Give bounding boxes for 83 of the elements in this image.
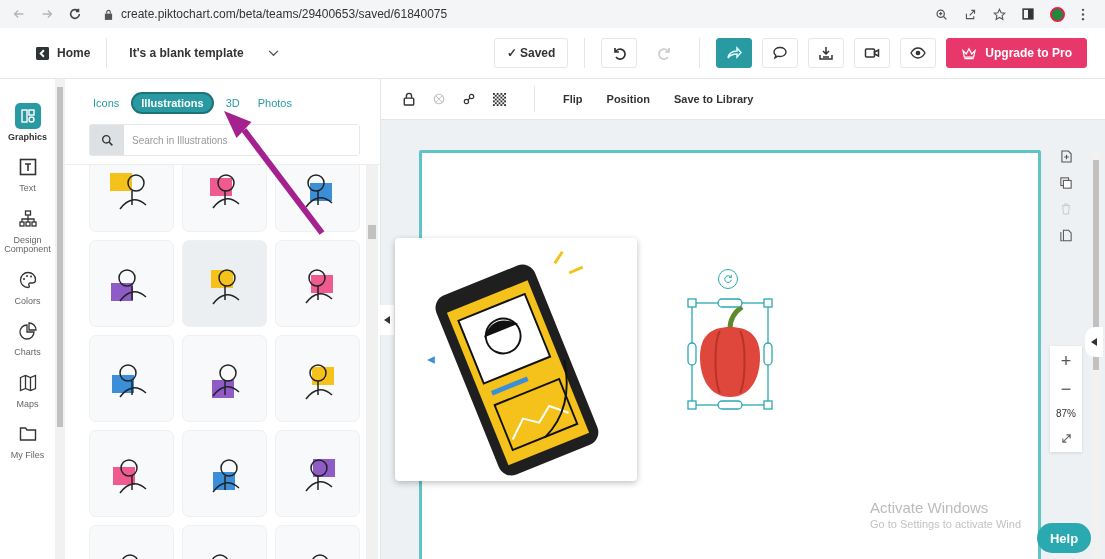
upgrade-button[interactable]: Upgrade to Pro xyxy=(946,38,1087,68)
illustration-thumbnail[interactable] xyxy=(275,240,360,327)
download-icon xyxy=(818,45,835,61)
zoom-in-button[interactable]: + xyxy=(1060,352,1072,370)
sidebar-item[interactable]: My Files xyxy=(0,421,55,461)
caret-left-icon xyxy=(1091,338,1097,346)
undo-button[interactable] xyxy=(601,38,638,68)
saved-button[interactable]: ✓ Saved xyxy=(493,38,569,68)
tab[interactable]: 3D xyxy=(219,93,246,113)
zoom-level: 87% xyxy=(1056,408,1076,419)
resize-handle[interactable] xyxy=(687,400,697,410)
toolbar-button[interactable]: Save to Library xyxy=(673,93,754,105)
illustration-thumbnail[interactable] xyxy=(89,240,174,327)
duplicate-icon[interactable] xyxy=(1060,177,1072,189)
copy-page-icon[interactable] xyxy=(1060,229,1072,242)
illustration-thumbnail[interactable] xyxy=(275,165,360,232)
sidebar-icon[interactable] xyxy=(1022,8,1034,20)
lock-icon[interactable] xyxy=(403,92,415,106)
pattern-icon[interactable] xyxy=(493,92,506,106)
share-icon[interactable] xyxy=(964,7,977,21)
menu-icon[interactable] xyxy=(1081,7,1085,21)
sidebar-item[interactable]: Charts xyxy=(0,318,55,358)
sidebar-item[interactable]: Colors xyxy=(0,266,55,307)
resize-handle[interactable] xyxy=(687,298,697,308)
tab[interactable]: Photos xyxy=(251,93,298,113)
caret-left-icon xyxy=(384,316,390,324)
reload-icon[interactable] xyxy=(68,7,82,21)
scrollbar[interactable] xyxy=(55,79,65,559)
speech-bubble-icon xyxy=(772,45,789,61)
sidebar-item[interactable]: Design Component xyxy=(0,205,55,255)
pepper-drawing[interactable] xyxy=(700,305,760,397)
fit-screen-icon[interactable] xyxy=(1060,433,1072,444)
document-title[interactable]: It's a blank template xyxy=(129,46,244,60)
expand-panel-button[interactable] xyxy=(1085,327,1103,357)
illustration-thumbnail[interactable] xyxy=(89,335,174,422)
resize-handle[interactable] xyxy=(717,298,743,308)
resize-handle[interactable] xyxy=(763,342,773,366)
illustration-thumbnail[interactable] xyxy=(89,430,174,517)
resize-handle[interactable] xyxy=(763,400,773,410)
zoom-icon[interactable] xyxy=(935,7,948,21)
link-icon[interactable] xyxy=(463,93,475,105)
share-arrow-icon xyxy=(726,45,743,61)
chevron-down-icon[interactable] xyxy=(267,49,279,57)
scrollbar[interactable] xyxy=(366,165,378,559)
illustration-thumbnail[interactable] xyxy=(182,335,267,422)
collapse-panel-button[interactable] xyxy=(380,305,394,335)
comment-button[interactable] xyxy=(762,38,799,68)
preview-button[interactable] xyxy=(900,38,937,68)
star-icon[interactable] xyxy=(993,7,1006,21)
illustration-thumbnail[interactable] xyxy=(89,165,174,232)
avatar[interactable] xyxy=(1050,6,1065,22)
add-page-icon[interactable] xyxy=(1060,150,1072,163)
sidebar-item[interactable]: Graphics xyxy=(0,103,55,143)
illustration-thumbnail[interactable] xyxy=(182,430,267,517)
sidebar-item[interactable]: Maps xyxy=(0,369,55,410)
search-field[interactable]: Search in Illustrations xyxy=(89,124,360,156)
back-chevron-icon xyxy=(36,46,49,60)
tab[interactable]: Illustrations xyxy=(131,92,214,114)
eye-icon xyxy=(910,45,927,61)
tab[interactable]: Icons xyxy=(87,93,126,113)
crown-icon xyxy=(961,46,978,60)
layout-icon xyxy=(14,103,41,129)
illustration-thumbnail[interactable] xyxy=(182,240,267,327)
zoom-out-button[interactable]: − xyxy=(1060,380,1072,398)
lock-icon xyxy=(104,8,113,20)
toolbar-button[interactable]: Flip xyxy=(563,93,583,105)
resize-handle[interactable] xyxy=(687,342,697,366)
download-button[interactable] xyxy=(808,38,845,68)
sidebar-item[interactable]: Text xyxy=(0,154,55,194)
activation-notice-title: Activate Windows xyxy=(870,499,990,516)
illustration-thumbnail[interactable] xyxy=(182,165,267,232)
illustration-thumbnail[interactable] xyxy=(275,335,360,422)
undo-icon xyxy=(611,45,628,61)
illustration-thumbnail[interactable] xyxy=(275,430,360,517)
share-button[interactable] xyxy=(716,38,753,68)
video-camera-icon xyxy=(864,45,881,61)
home-button[interactable]: Home xyxy=(36,46,91,60)
video-button[interactable] xyxy=(854,38,891,68)
activation-notice-text: Go to Settings to activate Wind xyxy=(870,518,1022,530)
resize-handle[interactable] xyxy=(717,400,743,410)
search-icon xyxy=(90,125,124,155)
toolbar-button[interactable]: Position xyxy=(606,93,650,105)
resize-handle[interactable] xyxy=(763,298,773,308)
